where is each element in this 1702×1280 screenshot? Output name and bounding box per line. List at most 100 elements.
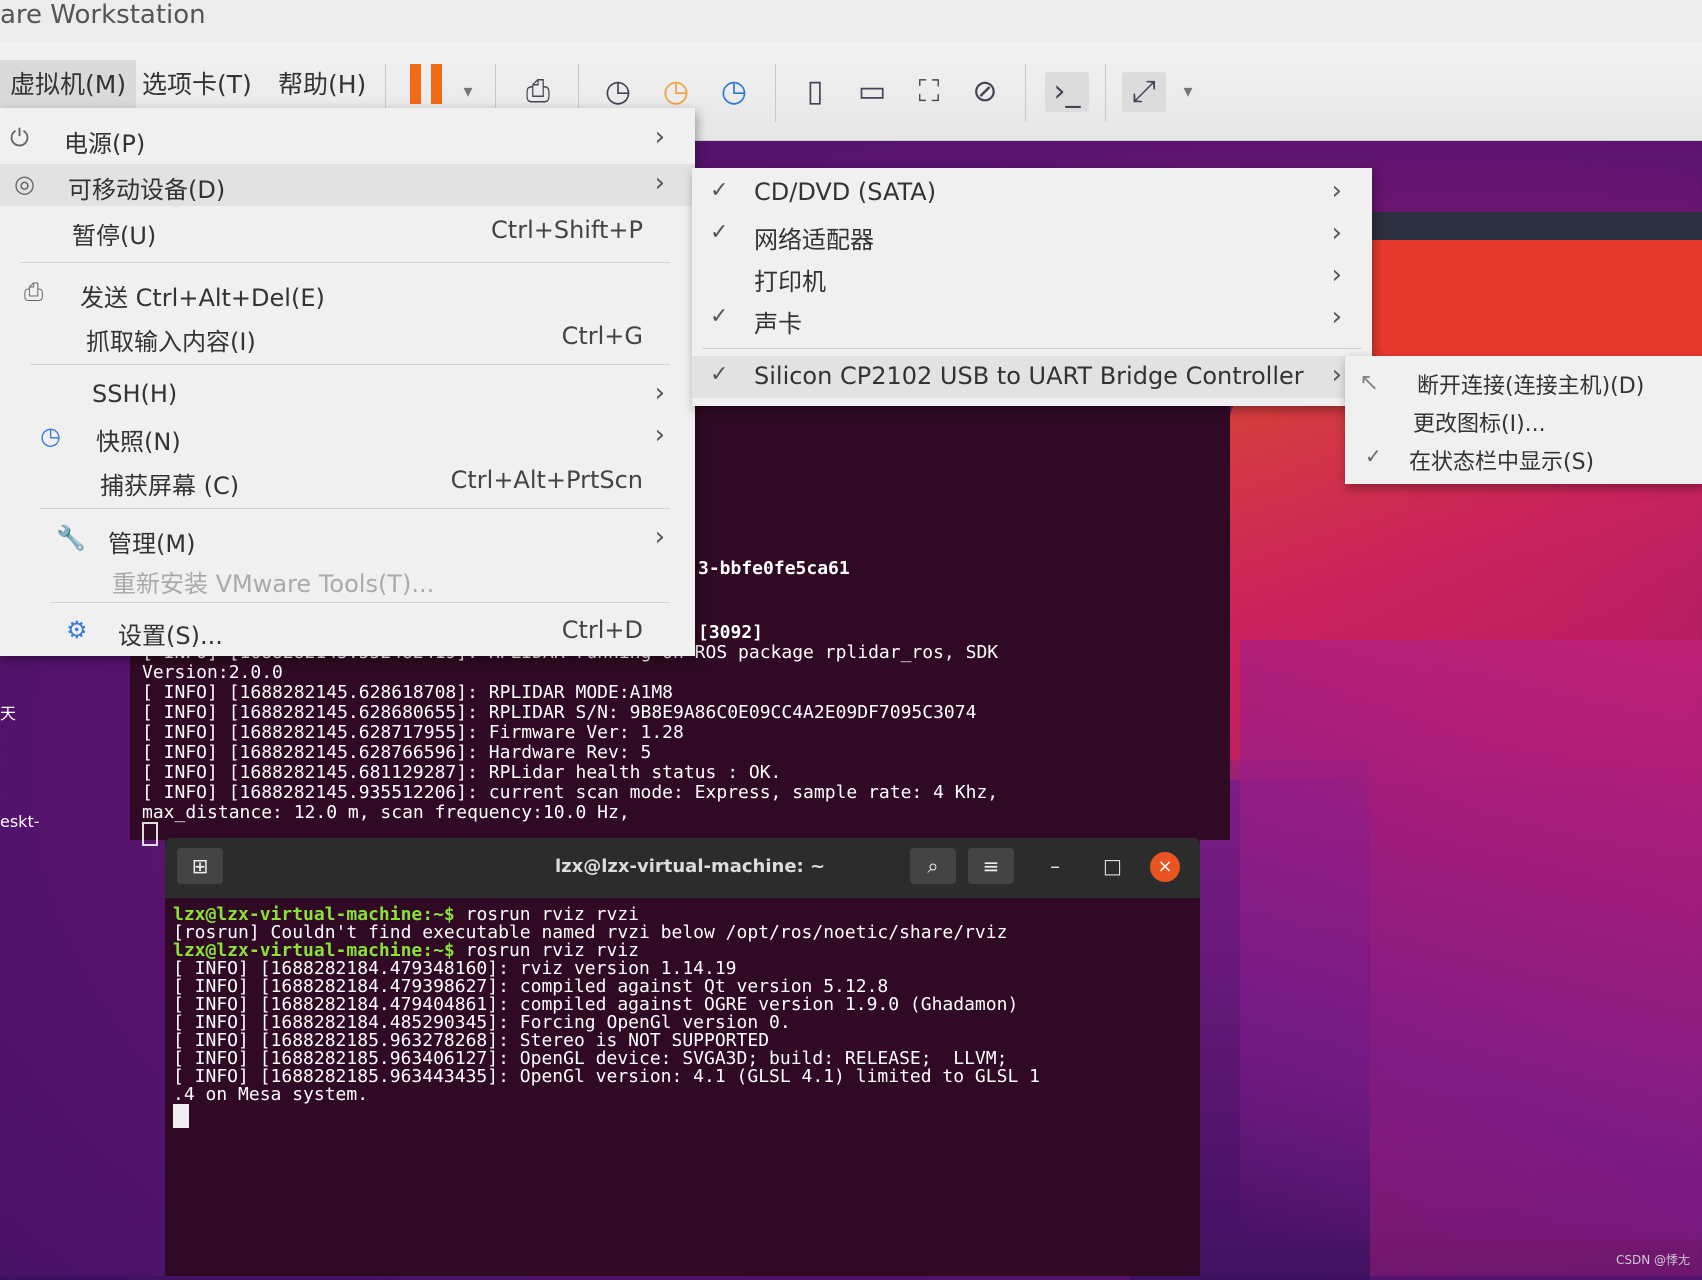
background-window — [1368, 240, 1702, 358]
menu-item-label: 可移动设备(D) — [68, 176, 226, 204]
chevron-right-icon: › — [654, 168, 665, 198]
menu-item-ssh[interactable]: SSH(H) › — [0, 374, 695, 416]
terminal-window-rviz[interactable]: ⊞ lzx@lzx-virtual-machine: ~ ⌕ ≡ – □ × l… — [165, 838, 1200, 1276]
vm-dropdown-menu: ⏻ 电源(P) › ◎ 可移动设备(D) › 暂停(U) Ctrl+Shift+… — [0, 108, 695, 656]
unity-icon[interactable]: ⊘ — [965, 72, 1005, 112]
terminal-line: 3-bbfe0fe5ca61 — [698, 558, 850, 579]
window-title: are Workstation — [0, 0, 206, 30]
menu-item-grab-input[interactable]: 抓取输入内容(I) Ctrl+G — [0, 316, 695, 358]
menu-item-show-in-statusbar[interactable]: ✓ 在状态栏中显示(S) — [1345, 438, 1702, 480]
toolbar-divider — [1105, 64, 1106, 122]
menu-item-label: SSH(H) — [92, 380, 178, 408]
menu-item-label: 设置(S)... — [118, 622, 223, 650]
search-icon[interactable]: ⌕ — [910, 848, 956, 884]
chevron-right-icon: › — [1331, 360, 1342, 390]
terminal-line: [ INFO] [1688282145.628680655]: RPLIDAR … — [142, 702, 977, 723]
terminal-line: [ INFO] [1688282145.628717955]: Firmware… — [142, 722, 684, 743]
menu-item-label: 快照(N) — [96, 428, 181, 456]
close-icon[interactable]: × — [1150, 852, 1180, 882]
toolbar-divider — [775, 64, 776, 122]
mouse-pointer-icon: ↖ — [1359, 368, 1380, 396]
menu-item-pause[interactable]: 暂停(U) Ctrl+Shift+P — [0, 210, 695, 252]
menu-vm[interactable]: 虚拟机(M) — [0, 60, 137, 110]
menu-item-printer[interactable]: 打印机 › — [692, 256, 1372, 298]
settings-icon: ⚙ — [66, 616, 88, 644]
menu-item-power[interactable]: ⏻ 电源(P) › — [0, 118, 695, 160]
desktop-icon-label[interactable]: eskt- — [0, 812, 40, 831]
hamburger-menu-icon[interactable]: ≡ — [968, 848, 1014, 884]
checkmark-icon: ✓ — [1365, 444, 1382, 468]
menu-item-disconnect[interactable]: ↖ 断开连接(连接主机)(D) — [1345, 362, 1702, 404]
desktop-icon-label[interactable]: 天 — [0, 700, 16, 724]
menu-item-label: 断开连接(连接主机)(D) — [1417, 374, 1645, 399]
menu-item-removable-devices[interactable]: ◎ 可移动设备(D) › — [0, 164, 695, 206]
terminal-title: lzx@lzx-virtual-machine: ~ — [555, 856, 826, 877]
snapshot-icon[interactable]: ◷ — [598, 72, 638, 112]
new-tab-icon[interactable]: ⊞ — [177, 848, 223, 884]
chevron-right-icon: › — [1331, 260, 1342, 290]
menu-item-label: 管理(M) — [108, 530, 196, 558]
chevron-right-icon: › — [1331, 218, 1342, 248]
send-keys-icon: ⎙ — [24, 278, 44, 306]
send-keys-icon[interactable]: ⎙ — [518, 72, 558, 112]
minimize-icon[interactable]: – — [1050, 854, 1060, 878]
sidebar-icon[interactable]: ▯ — [795, 72, 835, 112]
chevron-right-icon: › — [654, 420, 665, 450]
menu-item-label: 发送 Ctrl+Alt+Del(E) — [80, 284, 325, 312]
stretch-icon[interactable]: ⤢ — [1122, 72, 1166, 112]
checkmark-icon: ✓ — [710, 304, 729, 329]
checkmark-icon: ✓ — [710, 362, 729, 387]
chevron-right-icon: › — [654, 122, 665, 152]
menu-item-manage[interactable]: 🔧 管理(M) › — [0, 518, 695, 560]
terminal-cursor — [173, 1104, 189, 1128]
menu-item-change-icon[interactable]: 更改图标(I)... — [1345, 400, 1702, 442]
dropdown-icon[interactable]: ▾ — [448, 72, 488, 112]
menu-item-cd-dvd[interactable]: ✓ CD/DVD (SATA) › — [692, 172, 1372, 214]
pause-icon[interactable] — [410, 64, 446, 104]
terminal-line: [ INFO] [1688282145.681129287]: RPLidar … — [142, 762, 782, 783]
menu-item-settings[interactable]: ⚙ 设置(S)... Ctrl+D — [0, 610, 695, 652]
chevron-right-icon: › — [1331, 176, 1342, 206]
revert-snapshot-icon[interactable]: ◷ — [656, 72, 696, 112]
menu-item-capture-screen[interactable]: 捕获屏幕 (C) Ctrl+Alt+PrtScn — [0, 460, 695, 502]
terminal-line: .4 on Mesa system. — [173, 1084, 369, 1105]
terminal-line: [ INFO] [1688282145.628766596]: Hardware… — [142, 742, 652, 763]
menu-item-label: Silicon CP2102 USB to UART Bridge Contro… — [754, 362, 1304, 390]
menu-divider — [40, 508, 670, 509]
menu-item-snapshot[interactable]: ◷ 快照(N) › — [0, 416, 695, 458]
checkmark-icon: ✓ — [710, 220, 729, 245]
library-icon[interactable]: ▭ — [852, 72, 892, 112]
menu-item-label: 声卡 — [754, 310, 802, 338]
menu-divider — [50, 602, 670, 603]
terminal-line: max_distance: 12.0 m, scan frequency:10.… — [142, 802, 630, 823]
power-icon: ⏻ — [10, 124, 29, 152]
menu-divider — [30, 364, 670, 365]
console-icon[interactable]: ›_ — [1045, 72, 1089, 112]
menu-item-reinstall-tools: 重新安装 VMware Tools(T)... — [0, 558, 695, 600]
menu-item-usb-cp2102[interactable]: ✓ Silicon CP2102 USB to UART Bridge Cont… — [692, 356, 1372, 398]
removable-device-icon: ◎ — [14, 170, 35, 198]
menu-tabs[interactable]: 选项卡(T) — [132, 60, 262, 110]
menu-item-label: CD/DVD (SATA) — [754, 178, 937, 206]
snapshot-icon: ◷ — [40, 422, 61, 450]
snapshot-manager-icon[interactable]: ◷ — [714, 72, 754, 112]
removable-devices-submenu: ✓ CD/DVD (SATA) › ✓ 网络适配器 › 打印机 › ✓ 声卡 ›… — [692, 168, 1372, 406]
menu-item-label: 电源(P) — [64, 130, 146, 158]
menu-item-network-adapter[interactable]: ✓ 网络适配器 › — [692, 214, 1372, 256]
menu-item-label: 捕获屏幕 (C) — [100, 472, 240, 500]
menu-item-sound-card[interactable]: ✓ 声卡 › — [692, 298, 1372, 340]
desktop-wallpaper-shape — [1240, 640, 1702, 1240]
menu-item-label: 在状态栏中显示(S) — [1409, 450, 1595, 475]
maximize-icon[interactable]: □ — [1103, 854, 1122, 878]
menu-divider — [702, 348, 1362, 349]
shortcut-label: Ctrl+Shift+P — [491, 216, 643, 244]
toolbar-divider — [1025, 64, 1026, 122]
terminal-line: [ INFO] [1688282145.935512206]: current … — [142, 782, 999, 803]
window-titlebar: are Workstation — [0, 0, 1702, 42]
menu-help[interactable]: 帮助(H) — [268, 60, 376, 110]
shortcut-label: Ctrl+Alt+PrtScn — [450, 466, 643, 494]
terminal-line: [3092] — [698, 622, 764, 643]
menu-item-send-ctrl-alt-del[interactable]: ⎙ 发送 Ctrl+Alt+Del(E) — [0, 272, 695, 314]
fullscreen-icon[interactable]: ⛶ — [909, 72, 949, 112]
dropdown-icon[interactable]: ▾ — [1168, 72, 1208, 112]
